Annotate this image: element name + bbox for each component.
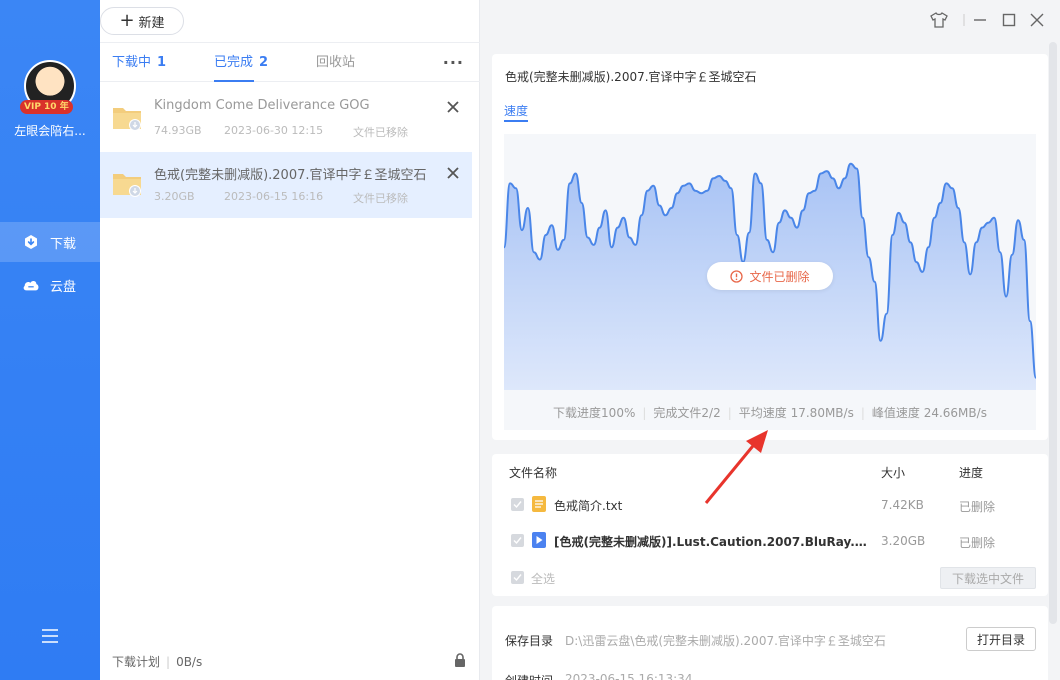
file-deleted-label: 文件已删除	[749, 269, 810, 284]
tab-active-underline	[504, 120, 528, 122]
task-name: Kingdom Come Deliverance GOG	[154, 98, 370, 113]
text-file-icon	[532, 496, 546, 512]
warning-circle-icon	[730, 269, 744, 283]
task-status: 文件已移除	[353, 126, 408, 139]
scrollbar[interactable]	[1049, 42, 1057, 624]
file-checkbox[interactable]	[511, 534, 524, 547]
column-header-progress: 进度	[959, 466, 984, 480]
column-header-size: 大小	[881, 466, 906, 480]
tab-label: 已完成	[214, 55, 254, 70]
stat-peak-speed: 峰值速度 24.66MB/s	[871, 406, 987, 420]
files-card: 文件名称 大小 进度 色戒简介.txt 7.42KB 已删除 [色戒(完整未删减…	[492, 454, 1048, 596]
tab-count: 1	[157, 55, 167, 70]
created-time-value: 2023-06-15 16:13:34	[565, 672, 693, 680]
hamburger-menu-icon[interactable]	[40, 628, 60, 644]
task-item[interactable]: Kingdom Come Deliverance GOG 74.93GB 202…	[100, 86, 472, 152]
speed-chart: 文件已删除 下载进度100% | 完成文件2/2 | 平均速度 17.80MB/s | 峰值…	[504, 134, 1036, 430]
tab-label: 下载中	[112, 55, 152, 70]
file-status: 已删除	[959, 500, 996, 514]
cloud-icon	[22, 276, 40, 294]
download-selected-button[interactable]: 下载选中文件	[940, 567, 1036, 589]
close-icon[interactable]	[446, 166, 460, 180]
new-task-button[interactable]: + 新建	[100, 7, 184, 35]
save-info-card: 保存目录 D:\迅雷云盘\色戒(完整未删减版).2007.官译中字￡圣城空石 打…	[492, 606, 1048, 680]
task-size: 3.20GB	[154, 190, 195, 203]
column-header-name: 文件名称	[509, 466, 558, 480]
detail-card: 色戒(完整未删减版).2007.官译中字￡圣城空石 速度 文件已删除 下载进度1…	[492, 54, 1048, 440]
username[interactable]: 左眼会陪右...	[6, 122, 94, 139]
select-all-label: 全选	[531, 572, 556, 586]
tab-completed[interactable]: 已完成 2	[214, 43, 268, 83]
file-row[interactable]: [色戒(完整未删减版)].Lust.Caution.2007.BluRay.72…	[492, 527, 1048, 555]
maximize-icon[interactable]	[1001, 12, 1017, 28]
video-file-icon	[532, 532, 546, 548]
file-size: 3.20GB	[881, 534, 926, 548]
task-name: 色戒(完整未删减版).2007.官译中字￡圣城空石	[154, 168, 427, 183]
file-size: 7.42KB	[881, 498, 924, 512]
tab-recycle-bin[interactable]: 回收站	[316, 43, 355, 83]
vip-badge: VIP 10 年	[20, 100, 73, 114]
stat-progress: 下载进度100%	[553, 406, 636, 420]
file-name: 色戒简介.txt	[554, 499, 623, 513]
divider: |	[860, 406, 865, 420]
file-name: [色戒(完整未删减版)].Lust.Caution.2007.BluRay.72…	[554, 535, 872, 549]
speed-stats: 下载进度100% | 完成文件2/2 | 平均速度 17.80MB/s | 峰值速度 24.…	[504, 404, 1036, 421]
nav-item-download[interactable]: 下载	[0, 222, 100, 262]
divider: |	[727, 406, 732, 420]
divider: |	[642, 406, 647, 420]
avatar[interactable]: VIP 10 年	[20, 60, 76, 114]
tab-speed[interactable]: 速度	[504, 102, 528, 119]
download-icon	[22, 233, 40, 251]
save-dir-label: 保存目录	[505, 634, 554, 648]
minimize-icon[interactable]	[972, 12, 988, 28]
tab-active-underline	[214, 80, 254, 82]
task-item[interactable]: 色戒(完整未删减版).2007.官译中字￡圣城空石 3.20GB 2023-06…	[100, 152, 472, 218]
download-plan-label: 下载计划	[112, 655, 161, 669]
save-dir-path: D:\迅雷云盘\色戒(完整未删减版).2007.官译中字￡圣城空石	[565, 634, 886, 648]
nav-item-cloud[interactable]: 云盘	[0, 265, 100, 305]
task-list-panel: + 新建 下载中 1 已完成 2 回收站 ··· Kingdom Come Deli…	[100, 0, 480, 680]
new-task-label: 新建	[138, 15, 165, 31]
task-date: 2023-06-30 12:15	[224, 124, 324, 137]
nav-item-label: 云盘	[50, 279, 77, 295]
tab-downloading[interactable]: 下载中 1	[112, 43, 166, 83]
file-status: 已删除	[959, 536, 996, 550]
file-checkbox[interactable]	[511, 498, 524, 511]
task-detail-title: 色戒(完整未删减版).2007.官译中字￡圣城空石	[505, 70, 757, 84]
current-speed: 0B/s	[176, 655, 203, 669]
plus-icon: +	[119, 10, 135, 31]
file-row[interactable]: 色戒简介.txt 7.42KB 已删除	[492, 491, 1048, 519]
more-options-icon[interactable]: ···	[443, 43, 464, 83]
close-icon[interactable]	[446, 100, 460, 114]
nav-item-label: 下载	[50, 236, 77, 252]
select-all-checkbox[interactable]	[511, 571, 524, 584]
task-size: 74.93GB	[154, 124, 202, 137]
tab-count: 2	[259, 55, 269, 70]
lock-icon[interactable]	[454, 653, 466, 667]
task-date: 2023-06-15 16:16	[224, 190, 324, 203]
tab-label: 回收站	[316, 55, 356, 70]
skin-shirt-icon[interactable]	[930, 12, 948, 28]
folder-icon	[112, 168, 142, 198]
divider: |	[166, 655, 171, 669]
task-tabs: 下载中 1 已完成 2 回收站 ···	[100, 42, 480, 82]
task-status: 文件已移除	[353, 192, 408, 205]
open-directory-button[interactable]: 打开目录	[966, 627, 1036, 651]
created-time-label: 创建时间	[505, 672, 553, 680]
file-deleted-badge: 文件已删除	[707, 262, 833, 290]
sidebar: VIP 10 年 左眼会陪右... 下载 云盘	[0, 0, 100, 680]
download-plan[interactable]: 下载计划 | 0B/s	[112, 653, 202, 670]
close-window-icon[interactable]	[1029, 12, 1045, 28]
stat-files: 完成文件2/2	[653, 406, 721, 420]
folder-icon	[112, 102, 142, 132]
stat-avg-speed: 平均速度 17.80MB/s	[738, 406, 854, 420]
